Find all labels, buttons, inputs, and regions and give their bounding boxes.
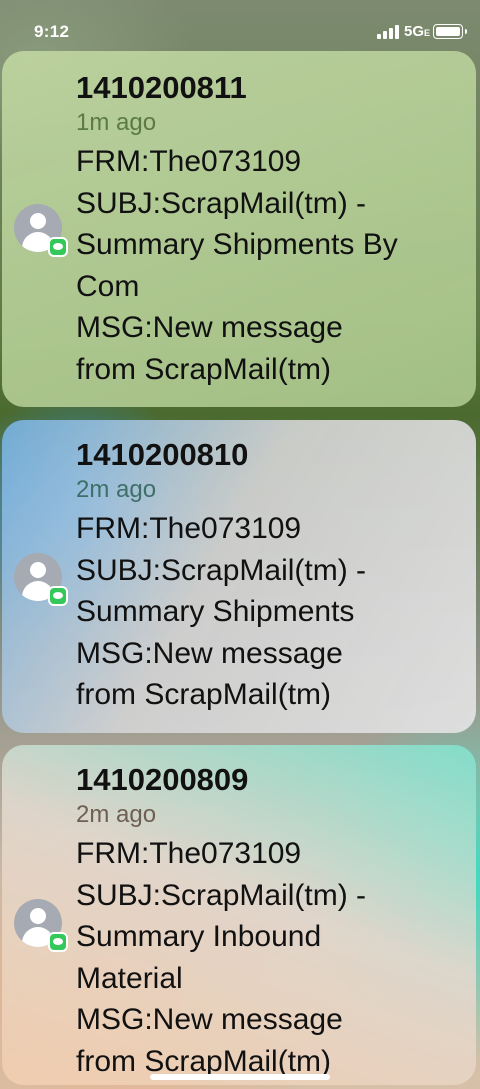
message-line: MSG:New message — [76, 636, 343, 670]
battery-icon — [433, 24, 467, 39]
network-label: 5G — [404, 23, 425, 40]
notification-sender: 1410200809 — [76, 762, 249, 797]
status-time: 9:12 — [34, 22, 70, 41]
network-type: 5GE — [404, 23, 430, 40]
notification-sender: 1410200810 — [76, 437, 249, 472]
message-line: SUBJ:ScrapMail(tm) - — [76, 878, 367, 912]
notification-content: 1410200809 2m ago FRM:The073109 SUBJ:Scr… — [76, 761, 456, 1082]
notification-card[interactable]: 1410200811 1m ago FRM:The073109 SUBJ:Scr… — [2, 51, 476, 407]
message-line: Summary Shipments — [76, 595, 355, 628]
status-bar: 9:12 5GE — [0, 0, 480, 56]
message-line: from ScrapMail(tm) — [76, 678, 332, 711]
message-line: SUBJ:ScrapMail(tm) - — [76, 553, 367, 587]
messages-app-icon — [48, 586, 68, 606]
notification-sender: 1410200811 — [76, 70, 247, 105]
notification-time: 2m ago — [76, 476, 157, 503]
notification-time: 1m ago — [76, 109, 157, 136]
message-line: FRM:The073109 — [76, 145, 302, 178]
message-line: MSG:New message — [76, 311, 343, 344]
notification-content: 1410200810 2m ago FRM:The073109 SUBJ:Scr… — [76, 436, 456, 716]
network-suffix: E — [424, 28, 431, 38]
message-line: from ScrapMail(tm) — [76, 352, 332, 386]
messages-app-icon — [48, 237, 68, 257]
notification-card[interactable]: 1410200810 2m ago FRM:The073109 SUBJ:Scr… — [2, 420, 476, 733]
messages-app-icon — [48, 932, 68, 952]
notification-card[interactable]: 1410200809 2m ago FRM:The073109 SUBJ:Scr… — [2, 745, 476, 1085]
message-line: Material — [76, 961, 183, 995]
notification-content: 1410200811 1m ago FRM:The073109 SUBJ:Scr… — [76, 69, 456, 390]
message-line: FRM:The073109 — [76, 512, 302, 545]
message-line: FRM:The073109 — [76, 837, 302, 870]
message-line: Summary Shipments By — [76, 228, 398, 261]
signal-bars-icon — [377, 25, 399, 39]
message-line: Com — [76, 269, 140, 303]
home-indicator[interactable] — [150, 1074, 330, 1080]
message-line: SUBJ:ScrapMail(tm) - — [76, 186, 367, 220]
message-line: MSG:New message — [76, 1003, 343, 1036]
notification-time: 2m ago — [76, 801, 157, 828]
message-line: Summary Inbound — [76, 920, 322, 953]
